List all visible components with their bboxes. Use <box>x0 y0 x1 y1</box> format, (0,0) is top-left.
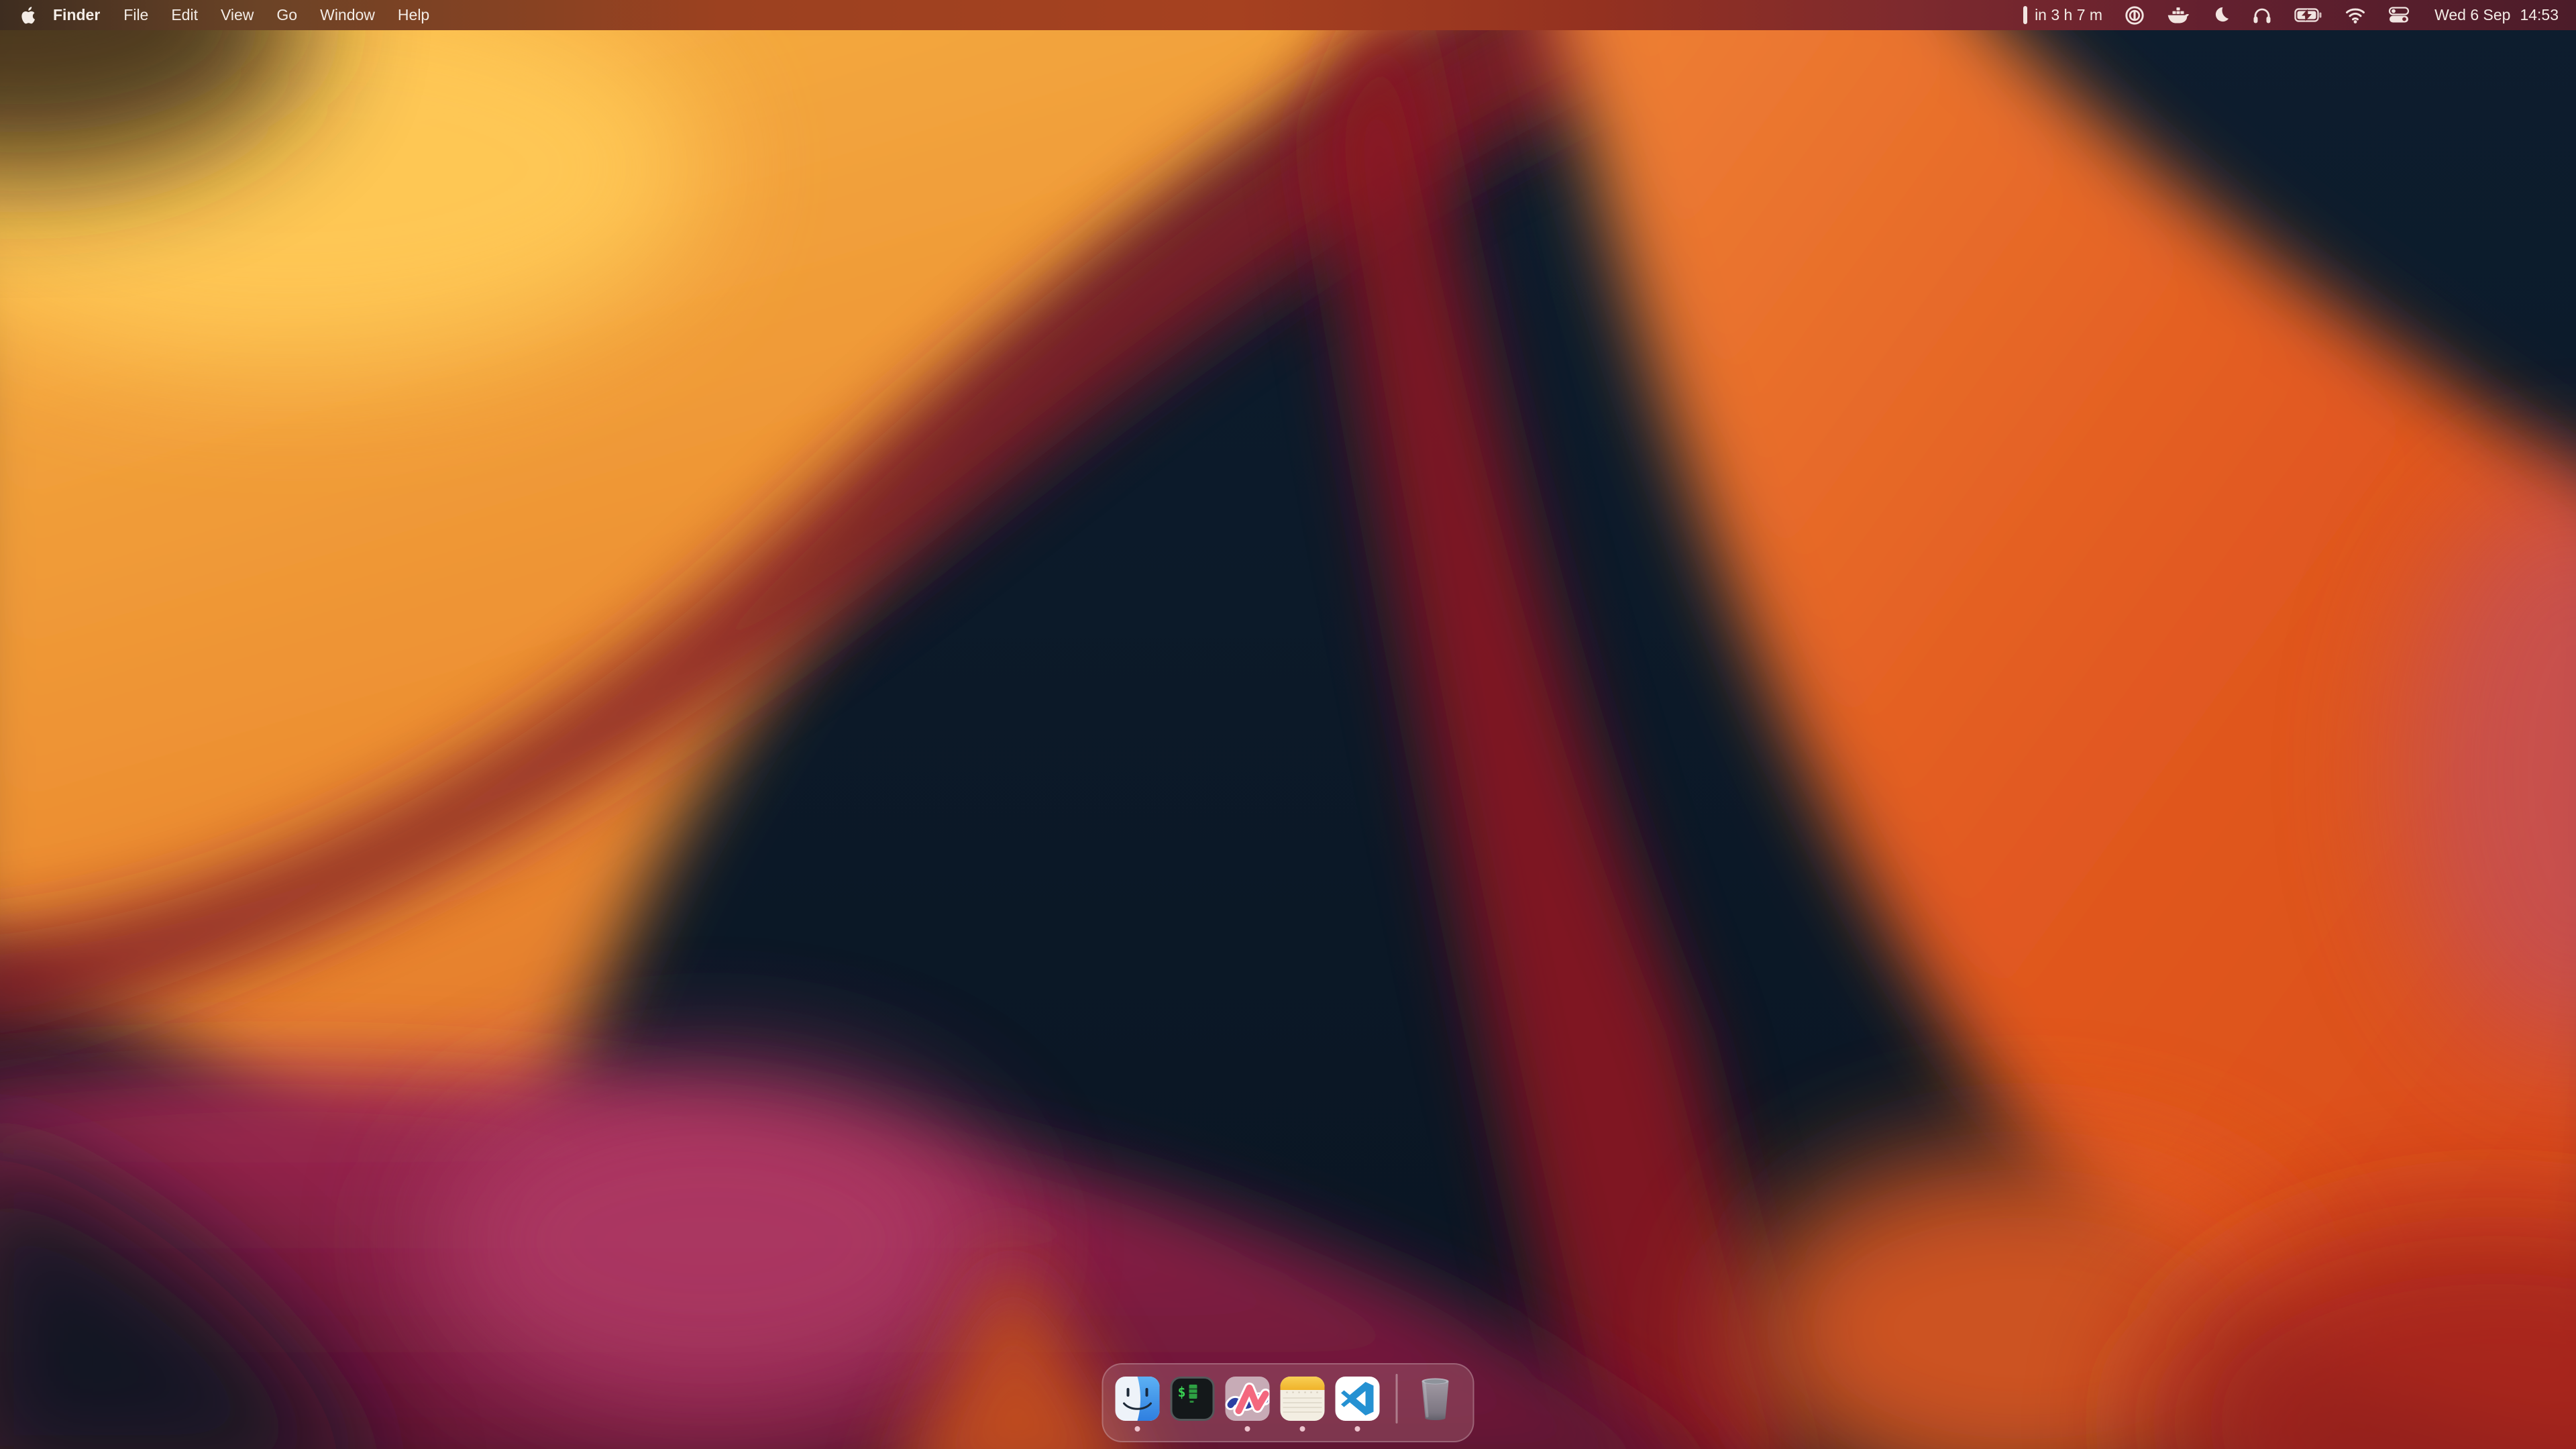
menu-bar: Finder File Edit View Go Window Help in … <box>0 0 2576 30</box>
battery-charging-icon[interactable] <box>2294 8 2322 22</box>
apple-menu-icon[interactable] <box>17 5 36 26</box>
running-indicator <box>1300 1426 1305 1432</box>
menu-view[interactable]: View <box>209 6 265 24</box>
dock-vscode[interactable] <box>1336 1377 1380 1421</box>
menu-bar-status-area: in 3 h 7 m <box>2023 5 2559 25</box>
headphones-icon[interactable] <box>2252 6 2272 25</box>
docker-whale-icon[interactable] <box>2167 5 2190 25</box>
focus-timer-icon[interactable] <box>2125 5 2145 25</box>
terminal-icon: $ <box>1171 1377 1215 1421</box>
date-label: Wed 6 Sep <box>2434 6 2510 24</box>
running-indicator <box>1245 1426 1250 1432</box>
wallpaper-ventura <box>0 0 2576 1449</box>
menu-help[interactable]: Help <box>386 6 441 24</box>
svg-text:$: $ <box>1178 1384 1186 1400</box>
active-app-name[interactable]: Finder <box>41 6 112 24</box>
notes-icon <box>1281 1377 1325 1421</box>
letter-a-app-icon <box>1226 1377 1270 1421</box>
running-indicator <box>1355 1426 1360 1432</box>
dock-finder[interactable] <box>1116 1377 1160 1421</box>
menu-window[interactable]: Window <box>309 6 386 24</box>
dock-notes[interactable] <box>1281 1377 1325 1421</box>
dock-separator <box>1396 1374 1398 1424</box>
dock-terminal[interactable]: $ <box>1171 1377 1215 1421</box>
wifi-icon[interactable] <box>2345 6 2366 24</box>
dock-trash[interactable] <box>1414 1375 1461 1423</box>
menu-go[interactable]: Go <box>265 6 309 24</box>
time-label: 14:53 <box>2520 6 2559 24</box>
desktop: Finder File Edit View Go Window Help in … <box>0 0 2576 1449</box>
meeting-countdown-label: in 3 h 7 m <box>2035 6 2102 24</box>
menu-edit[interactable]: Edit <box>160 6 209 24</box>
finder-icon <box>1116 1377 1160 1421</box>
menu-file[interactable]: File <box>112 6 160 24</box>
trash-icon <box>1414 1375 1457 1423</box>
meeting-countdown-bar-icon <box>2023 6 2027 24</box>
dock: $ <box>1102 1363 1474 1442</box>
do-not-disturb-moon-icon[interactable] <box>2212 6 2230 24</box>
control-center-icon[interactable] <box>2388 7 2410 23</box>
vscode-icon <box>1336 1377 1380 1421</box>
menu-bar-clock[interactable]: Wed 6 Sep 14:53 <box>2434 6 2559 24</box>
meeting-countdown[interactable]: in 3 h 7 m <box>2023 6 2102 24</box>
dock-letter-a-app[interactable] <box>1226 1377 1270 1421</box>
running-indicator <box>1135 1426 1140 1432</box>
